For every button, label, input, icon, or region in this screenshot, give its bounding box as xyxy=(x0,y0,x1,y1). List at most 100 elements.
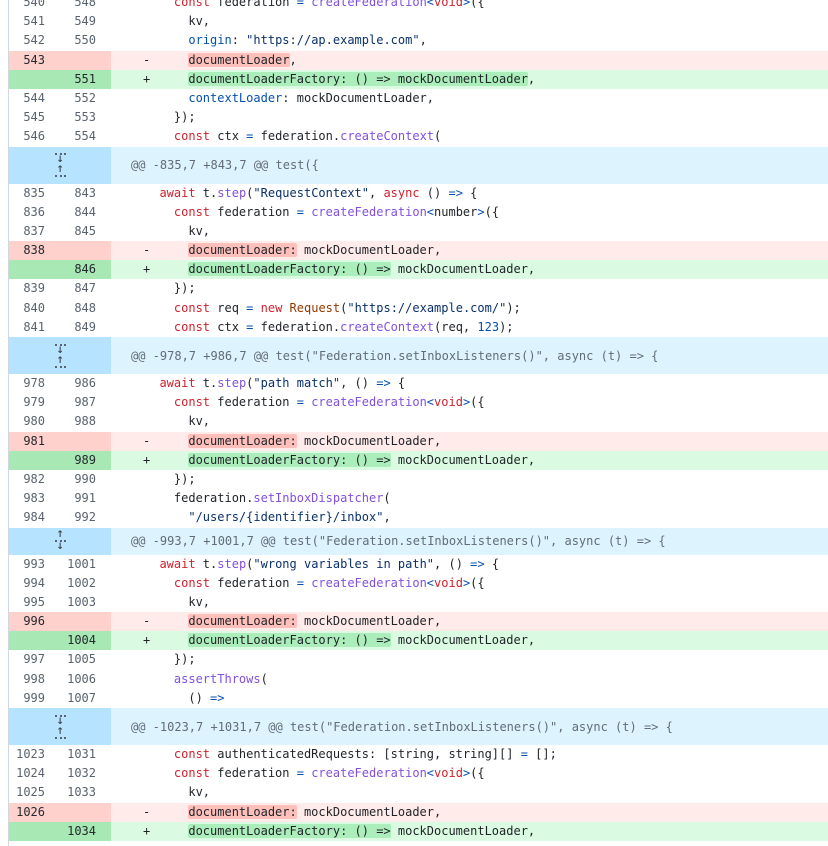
diff-row: 840848 const req = new Request("https://… xyxy=(9,299,828,318)
line-number-old[interactable]: 836 xyxy=(9,203,60,222)
code-token xyxy=(145,510,188,524)
line-number-new[interactable]: 1031 xyxy=(60,745,111,764)
line-number-old[interactable]: 981 xyxy=(9,432,60,451)
line-number-new[interactable]: 991 xyxy=(60,489,111,508)
diff-row: 837845 kv, xyxy=(9,222,828,241)
code-token: step xyxy=(217,557,246,571)
line-number-new[interactable]: 1002 xyxy=(60,574,111,593)
line-number-new[interactable]: 990 xyxy=(60,470,111,489)
line-number-new[interactable]: 845 xyxy=(60,222,111,241)
expand-up-button[interactable]: ↑ xyxy=(51,727,70,741)
line-number-new[interactable]: 550 xyxy=(60,31,111,50)
line-number-new[interactable]: 551 xyxy=(60,70,111,89)
line-number-old[interactable]: 993 xyxy=(9,555,60,574)
line-number-new[interactable]: 844 xyxy=(60,203,111,222)
line-number-new[interactable] xyxy=(60,241,111,260)
line-number-old[interactable]: 544 xyxy=(9,89,60,108)
line-number-new[interactable] xyxy=(60,612,111,631)
line-number-new[interactable]: 988 xyxy=(60,412,111,431)
code-token: origin xyxy=(188,33,231,47)
line-number-new[interactable]: 992 xyxy=(60,508,111,527)
line-number-old[interactable] xyxy=(9,451,60,470)
line-number-new[interactable] xyxy=(60,803,111,822)
line-number-old[interactable]: 546 xyxy=(9,127,60,146)
expand-up-button[interactable]: ↑ xyxy=(51,165,70,179)
line-number-new[interactable]: 987 xyxy=(60,393,111,412)
line-number-old[interactable]: 1024 xyxy=(9,764,60,783)
line-number-old[interactable]: 996 xyxy=(9,612,60,631)
line-number-new[interactable]: 1006 xyxy=(60,670,111,689)
line-number-new[interactable]: 843 xyxy=(60,184,111,203)
code-token: < xyxy=(427,576,434,590)
line-number-new[interactable]: 1007 xyxy=(60,689,111,708)
line-number-new[interactable]: 1033 xyxy=(60,783,111,802)
line-number-old[interactable]: 995 xyxy=(9,593,60,612)
line-number-new[interactable] xyxy=(60,432,111,451)
line-number-old[interactable]: 994 xyxy=(9,574,60,593)
line-number-old[interactable]: 984 xyxy=(9,508,60,527)
code-line: documentLoaderFactory: () => mockDocumen… xyxy=(111,70,828,89)
line-number-old[interactable]: 979 xyxy=(9,393,60,412)
code-token xyxy=(145,576,174,590)
line-number-old[interactable] xyxy=(9,70,60,89)
line-number-old[interactable]: 998 xyxy=(9,670,60,689)
expand-all-button[interactable]: ↑↓ xyxy=(51,530,70,552)
line-number-new[interactable]: 549 xyxy=(60,12,111,31)
line-number-old[interactable]: 978 xyxy=(9,374,60,393)
line-number-old[interactable]: 982 xyxy=(9,470,60,489)
line-number-new[interactable]: 1032 xyxy=(60,764,111,783)
line-number-new[interactable]: 986 xyxy=(60,374,111,393)
code-cell: const federation = createFederation<void… xyxy=(111,0,828,12)
line-number-new[interactable]: 552 xyxy=(60,89,111,108)
line-number-new[interactable]: 1004 xyxy=(60,631,111,650)
arrow-up-icon: ↑ xyxy=(56,357,64,365)
line-number-new[interactable]: 989 xyxy=(60,451,111,470)
code-token xyxy=(145,33,188,47)
line-number-old[interactable]: 1025 xyxy=(9,783,60,802)
expand-up-button[interactable]: ↑ xyxy=(51,356,70,370)
line-number-old[interactable]: 540 xyxy=(9,0,60,12)
line-number-old[interactable] xyxy=(9,631,60,650)
line-number-old[interactable]: 837 xyxy=(9,222,60,241)
code-token xyxy=(282,301,289,315)
diff-row: 1026- documentLoader: mockDocumentLoader… xyxy=(9,803,828,822)
line-number-new[interactable]: 848 xyxy=(60,299,111,318)
code-line: const federation = createFederation<void… xyxy=(111,574,828,593)
code-token: ({ xyxy=(470,766,484,780)
line-number-new[interactable]: 1001 xyxy=(60,555,111,574)
line-number-new[interactable]: 1003 xyxy=(60,593,111,612)
line-number-new[interactable]: 1005 xyxy=(60,650,111,669)
line-number-new[interactable] xyxy=(60,51,111,70)
line-number-old[interactable]: 841 xyxy=(9,318,60,337)
line-number-old[interactable] xyxy=(9,260,60,279)
code-token: const xyxy=(174,205,210,219)
line-number-old[interactable]: 542 xyxy=(9,31,60,50)
line-number-old[interactable]: 999 xyxy=(9,689,60,708)
line-number-old[interactable]: 545 xyxy=(9,108,60,127)
line-number-old[interactable]: 980 xyxy=(9,412,60,431)
expand-down-button[interactable]: ↓ xyxy=(51,713,70,727)
line-number-old[interactable]: 543 xyxy=(9,51,60,70)
line-number-new[interactable]: 554 xyxy=(60,127,111,146)
line-number-old[interactable]: 997 xyxy=(9,650,60,669)
code-token: await xyxy=(159,557,195,571)
line-number-new[interactable]: 847 xyxy=(60,279,111,298)
code-cell: const authenticatedRequests: [string, st… xyxy=(111,745,828,764)
line-number-new[interactable]: 846 xyxy=(60,260,111,279)
line-number-old[interactable]: 838 xyxy=(9,241,60,260)
line-number-old[interactable]: 839 xyxy=(9,279,60,298)
line-number-new[interactable]: 548 xyxy=(60,0,111,12)
hunk-row: ↓↑@@ -1023,7 +1031,7 @@ test("Federation… xyxy=(9,708,828,745)
line-number-old[interactable]: 1023 xyxy=(9,745,60,764)
line-number-new[interactable]: 849 xyxy=(60,318,111,337)
line-number-new[interactable]: 553 xyxy=(60,108,111,127)
line-number-old[interactable]: 1026 xyxy=(9,803,60,822)
line-number-old[interactable]: 983 xyxy=(9,489,60,508)
line-number-old[interactable]: 835 xyxy=(9,184,60,203)
line-number-old[interactable] xyxy=(9,822,60,841)
line-number-new[interactable]: 1034 xyxy=(60,822,111,841)
line-number-old[interactable]: 541 xyxy=(9,12,60,31)
expand-down-button[interactable]: ↓ xyxy=(51,151,70,165)
expand-down-button[interactable]: ↓ xyxy=(51,342,70,356)
line-number-old[interactable]: 840 xyxy=(9,299,60,318)
